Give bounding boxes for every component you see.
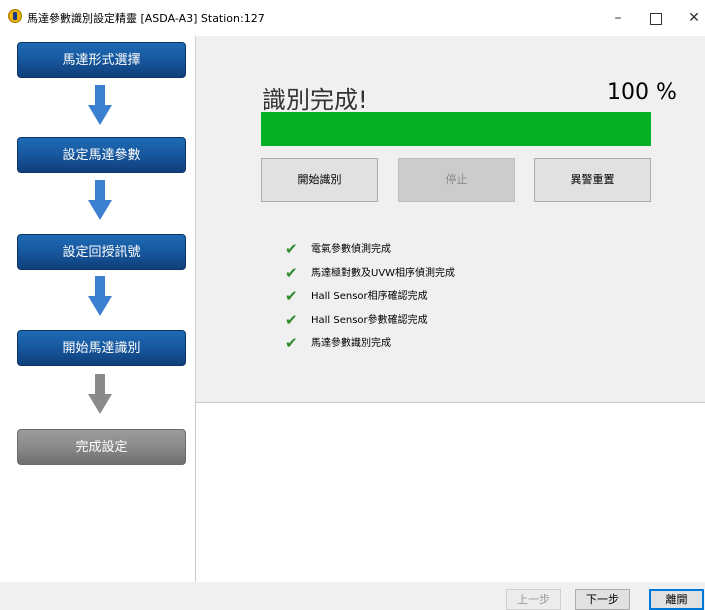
close-window-button[interactable]: ✕	[676, 6, 705, 30]
step-feedback-signal[interactable]: 設定回授訊號	[17, 234, 186, 270]
minimize-button[interactable]: –	[600, 6, 636, 30]
app-icon	[8, 9, 22, 23]
step-start-identify[interactable]: 開始馬達識別	[17, 330, 186, 366]
down-arrow-icon	[88, 85, 112, 125]
window-title: 馬達參數識別設定精靈 [ASDA-A3] Station:127	[27, 12, 265, 25]
alarm-reset-button[interactable]: 異警重置	[534, 158, 651, 202]
check-item-label: Hall Sensor參數確認完成	[311, 314, 428, 326]
identify-status-title: 識別完成!	[262, 86, 368, 114]
checkmark-icon: ✔	[285, 334, 298, 352]
exit-button[interactable]: 離開	[649, 589, 704, 610]
down-arrow-icon	[88, 276, 112, 316]
maximize-icon	[650, 13, 662, 25]
progress-fill	[261, 112, 651, 146]
step-motor-type[interactable]: 馬達形式選擇	[17, 42, 186, 78]
checkmark-icon: ✔	[285, 263, 298, 282]
checkmark-icon: ✔	[285, 240, 298, 258]
check-item-label: 馬達參數識別完成	[311, 338, 391, 349]
check-item: ✔ 馬達參數識別完成	[285, 334, 585, 358]
stop-button[interactable]: 停止	[398, 158, 515, 202]
identify-checklist: ✔ 電氣參數偵測完成 ✔ 馬達極對數及UVW相序偵測完成 ✔ Hall Sensor相…	[285, 240, 585, 358]
start-identify-button[interactable]: 開始識別	[261, 158, 378, 202]
check-item: ✔ 馬達極對數及UVW相序偵測完成	[285, 264, 585, 288]
check-item-label: 電氣參數偵測完成	[311, 244, 391, 255]
check-item-label: Hall Sensor相序確認完成	[311, 291, 428, 302]
check-item: ✔ Hall Sensor相序確認完成	[285, 287, 585, 311]
check-item: ✔ Hall Sensor參數確認完成	[285, 311, 585, 335]
check-item: ✔ 電氣參數偵測完成	[285, 240, 585, 264]
maximize-button[interactable]	[638, 6, 674, 30]
down-arrow-icon	[88, 374, 112, 414]
check-item-label: 馬達極對數及UVW相序偵測完成	[311, 267, 456, 279]
footer-bar: 上一步 下一步 離開	[0, 582, 705, 610]
step-motor-params[interactable]: 設定馬達參數	[17, 137, 186, 173]
prev-step-button[interactable]: 上一步	[506, 589, 561, 610]
step-finish-setup[interactable]: 完成設定	[17, 429, 186, 465]
checkmark-icon: ✔	[285, 310, 298, 329]
progress-bar	[261, 112, 651, 146]
progress-percent: 100 %	[607, 80, 677, 105]
log-area	[195, 402, 705, 583]
down-arrow-icon	[88, 180, 112, 220]
checkmark-icon: ✔	[285, 287, 298, 305]
step-panel: 馬達形式選擇 設定馬達參數 設定回授訊號 開始馬達識別 完成設定	[0, 36, 195, 586]
next-step-button[interactable]: 下一步	[575, 589, 630, 610]
title-bar: 馬達參數識別設定精靈 [ASDA-A3] Station:127 – ✕	[0, 0, 705, 36]
